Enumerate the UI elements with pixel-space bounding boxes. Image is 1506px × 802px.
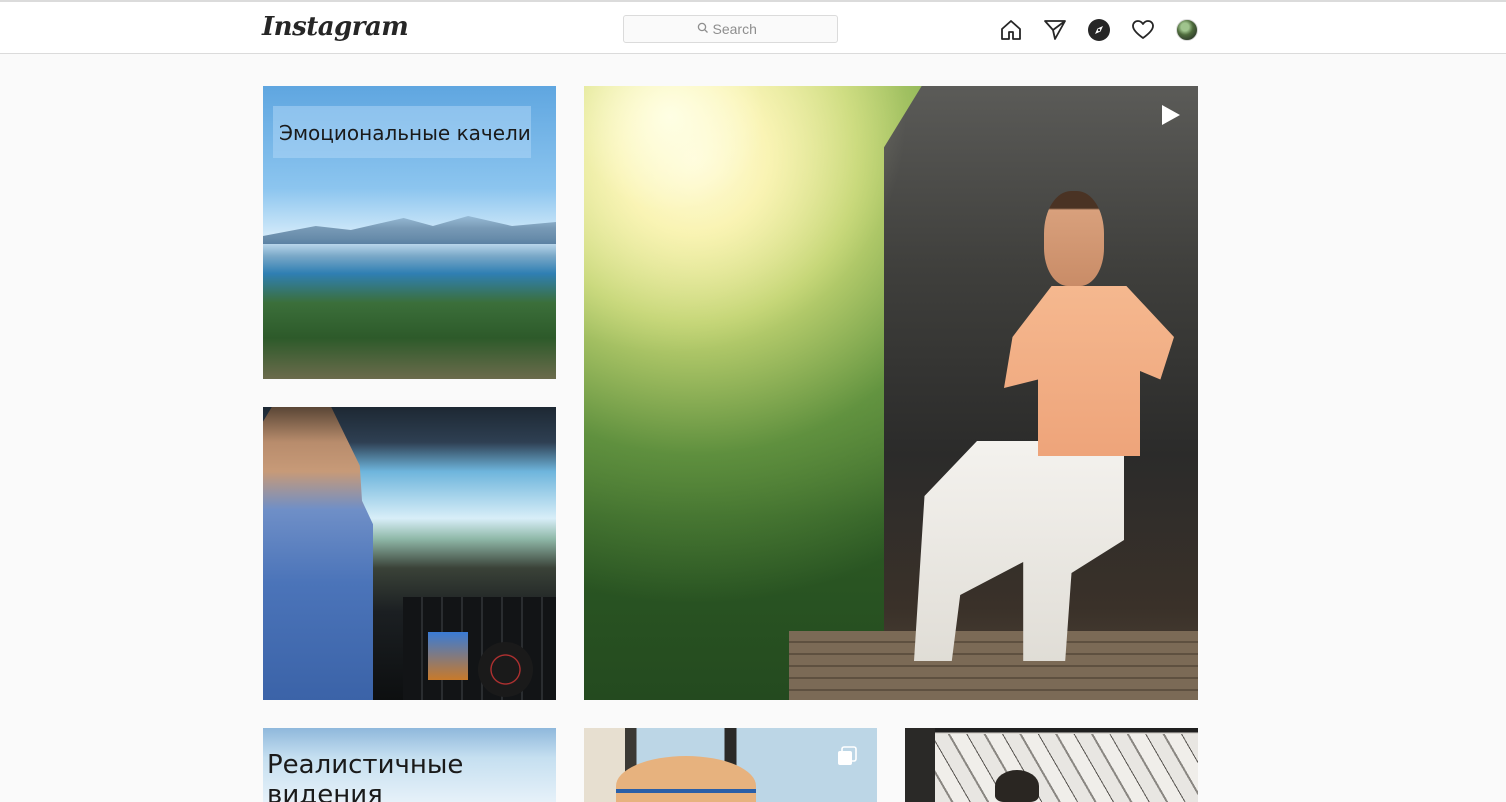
featured-video-post[interactable] [584,86,1198,700]
post-tile[interactable]: Реалистичные видения [263,728,556,802]
post-tile[interactable] [584,728,877,802]
play-icon [1157,102,1183,128]
instagram-logo[interactable]: Instagram [262,12,409,42]
sunlight-glow [584,86,1198,700]
marble-wall [935,734,1198,802]
explore-icon[interactable] [1087,18,1111,42]
search-icon [697,21,709,37]
profile-avatar[interactable] [1176,19,1198,41]
home-icon[interactable] [999,18,1023,42]
cockpit-gauge [478,642,533,697]
post-caption: Эмоциональные качели [279,121,531,145]
pilot-figure [263,407,373,700]
cockpit-panel [403,597,556,700]
multi-image-icon [837,746,857,766]
sun-hat [616,756,756,802]
search-box[interactable] [623,15,838,43]
post-tile[interactable] [263,407,556,700]
cockpit-display [428,632,468,680]
dark-pillar [905,728,935,802]
mountain-scenery [263,216,556,244]
post-tile[interactable]: Эмоциональные качели [263,86,556,379]
top-navigation-bar: Instagram [0,0,1506,54]
post-tile[interactable] [905,728,1198,802]
search-input[interactable] [712,21,765,37]
direct-message-icon[interactable] [1043,18,1067,42]
post-caption: Реалистичные видения [267,750,464,802]
dark-vase [995,770,1039,802]
heart-icon[interactable] [1131,18,1155,42]
